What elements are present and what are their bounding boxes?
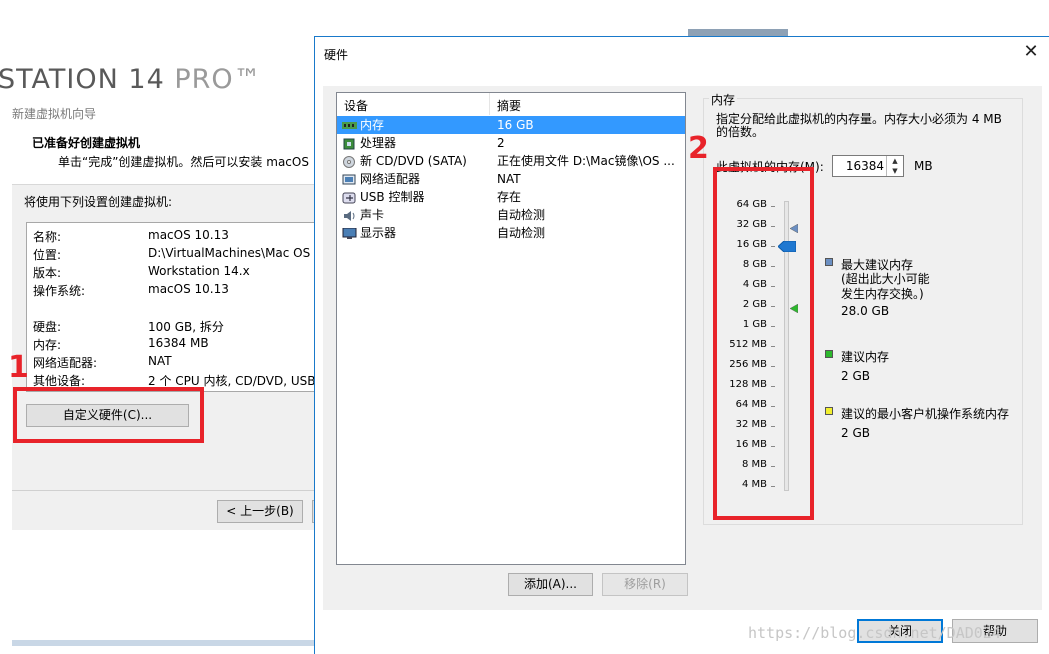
cd-dvd-icon — [342, 155, 357, 168]
device-summary: 自动检测 — [497, 208, 546, 222]
brand-text: STATION 14 — [0, 64, 175, 95]
device-summary: 存在 — [497, 190, 522, 204]
wizard-divider — [12, 490, 322, 491]
legend-value: 28.0 GB — [841, 304, 890, 318]
processor-icon — [342, 137, 357, 150]
sound-card-icon — [342, 209, 357, 221]
column-separator — [489, 93, 490, 115]
usb-icon — [342, 191, 357, 204]
device-name: 声卡 — [360, 208, 385, 222]
wizard-subtitle: 新建虚拟机向导 — [12, 107, 97, 121]
summary-key: 版本: — [33, 266, 62, 280]
memory-size-input[interactable]: 16384 ▲ ▼ — [832, 155, 904, 177]
memory-group-title: 内存 — [709, 91, 738, 108]
legend-swatch — [825, 350, 833, 358]
wizard-intro: 将使用下列设置创建虚拟机: — [24, 195, 173, 209]
summary-key: 操作系统: — [33, 284, 86, 298]
device-list-header: 设备 摘要 — [337, 93, 685, 115]
device-column-header[interactable]: 设备 — [344, 97, 368, 114]
taskbar-strip — [12, 640, 314, 646]
legend-swatch — [825, 407, 833, 415]
device-list[interactable]: 设备 摘要 内存 16 GB 处理器 2 新 CD/DVD (SATA) 正在使用文件 D… — [336, 92, 686, 565]
new-vm-wizard: STATION 14 PRO™ 已准备好创建虚拟机 单击“完成”创建虚拟机。然后… — [0, 0, 332, 654]
legend-label: 建议内存 — [841, 350, 890, 364]
summary-value: 100 GB, 拆分 — [148, 320, 224, 334]
device-summary: 16 GB — [497, 118, 534, 132]
device-row-4[interactable]: 网络适配器 NAT — [337, 170, 685, 188]
device-name: 新 CD/DVD (SATA) — [360, 154, 467, 168]
legend-label: 最大建议内存 — [841, 258, 914, 272]
watermark: https://blog.csdn.net/DAD024 — [748, 624, 1001, 642]
device-summary: 正在使用文件 D:\Mac镜像\OS ... — [497, 154, 675, 168]
legend-value: 2 GB — [841, 426, 870, 440]
hardware-dialog: 硬件 ✕ 设备 摘要 内存 16 GB 处理器 2 新 CD/DVD (SATA) 正在使… — [314, 36, 1049, 654]
legend-note: (超出此大小可能 发生内存交换。) — [841, 272, 930, 301]
display-icon — [342, 227, 357, 239]
memory-description: 指定分配给此虚拟机的内存量。内存大小必须为 4 MB 的倍数。 — [716, 112, 1002, 139]
device-summary: 2 — [497, 136, 505, 150]
dialog-title: 硬件 — [324, 48, 349, 62]
device-summary: 自动检测 — [497, 226, 546, 240]
device-summary: NAT — [497, 172, 521, 186]
device-row-2[interactable]: 处理器 2 — [337, 134, 685, 152]
device-name: 网络适配器 — [360, 172, 421, 186]
summary-key: 位置: — [33, 248, 62, 262]
summary-key: 网络适配器: — [33, 356, 98, 370]
device-name: 显示器 — [360, 226, 397, 240]
wizard-heading: 已准备好创建虚拟机 — [32, 136, 141, 150]
annotation-number-2: 2 — [688, 131, 709, 166]
legend-value: 2 GB — [841, 369, 870, 383]
summary-key: 名称: — [33, 230, 62, 244]
annotation-box-1 — [13, 387, 204, 443]
legend-swatch — [825, 258, 833, 266]
device-row-3[interactable]: 新 CD/DVD (SATA) 正在使用文件 D:\Mac镜像\OS ... — [337, 152, 685, 170]
brand-pro: PRO™ — [174, 64, 262, 95]
summary-value: NAT — [148, 354, 172, 368]
product-brand: STATION 14 PRO™ — [0, 64, 262, 95]
summary-value: Workstation 14.x — [148, 264, 250, 278]
add-button[interactable]: 添加(A)... — [508, 573, 593, 596]
summary-value: D:\VirtualMachines\Mac OS 10. — [148, 246, 328, 260]
summary-key: 内存: — [33, 338, 62, 352]
network-adapter-icon — [342, 173, 357, 185]
device-row-7[interactable]: 显示器 自动检测 — [337, 224, 685, 242]
device-name: USB 控制器 — [360, 190, 425, 204]
memory-unit: MB — [914, 159, 933, 173]
device-row-1[interactable]: 内存 16 GB — [337, 116, 685, 134]
wizard-panel: 已准备好创建虚拟机 单击“完成”创建虚拟机。然后可以安装 macOS 1 将使用… — [12, 98, 332, 530]
device-name: 内存 — [360, 118, 385, 132]
wizard-description: 单击“完成”创建虚拟机。然后可以安装 macOS 1 — [58, 155, 321, 169]
device-name: 处理器 — [360, 136, 397, 150]
close-icon[interactable]: ✕ — [1019, 41, 1043, 62]
memory-size-value[interactable]: 16384 — [846, 159, 884, 173]
annotation-number-1: 1 — [8, 350, 29, 385]
spin-down-icon[interactable]: ▼ — [886, 166, 903, 176]
summary-key: 硬盘: — [33, 320, 62, 334]
device-row-5[interactable]: USB 控制器 存在 — [337, 188, 685, 206]
device-row-6[interactable]: 声卡 自动检测 — [337, 206, 685, 224]
annotation-box-2 — [713, 167, 814, 520]
back-button[interactable]: < 上一步(B) — [217, 500, 303, 523]
settings-summary: 名称: macOS 10.13 位置: D:\VirtualMachines\Mac … — [26, 222, 328, 392]
summary-column-header[interactable]: 摘要 — [497, 97, 521, 114]
spin-up-icon[interactable]: ▲ — [886, 156, 903, 166]
remove-button[interactable]: 移除(R) — [602, 573, 688, 596]
legend-label: 建议的最小客户机操作系统内存 — [841, 407, 1010, 421]
summary-value: macOS 10.13 — [148, 228, 229, 242]
dialog-body: 设备 摘要 内存 16 GB 处理器 2 新 CD/DVD (SATA) 正在使用文件 D… — [323, 86, 1042, 610]
summary-value: 16384 MB — [148, 336, 209, 350]
summary-value: macOS 10.13 — [148, 282, 229, 296]
memory-icon — [342, 119, 357, 131]
